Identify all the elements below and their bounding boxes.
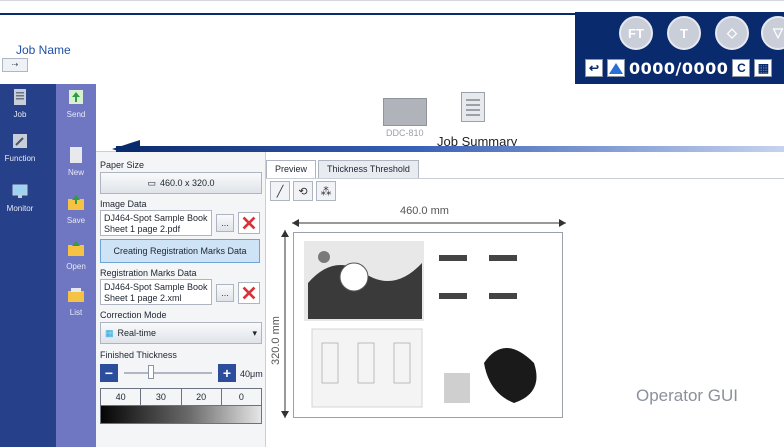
- nav-list-label: List: [69, 308, 83, 317]
- document-icon: [14, 89, 26, 105]
- nav-new-label: New: [67, 168, 84, 177]
- thickness-slider-row: − + 40μm: [100, 362, 264, 384]
- nav-job-label: Job: [13, 110, 27, 119]
- tab-thickness-threshold[interactable]: Thickness Threshold: [318, 160, 419, 178]
- diamond-button[interactable]: ◇: [715, 16, 749, 50]
- rotate-icon[interactable]: ⟲: [293, 181, 313, 201]
- nav-save-label: Save: [66, 216, 86, 225]
- job-link-icon[interactable]: ⇢: [2, 58, 28, 72]
- operator-gui-caption: Operator GUI: [636, 386, 739, 405]
- nav-function[interactable]: Function: [0, 132, 40, 163]
- ft-button[interactable]: FT: [619, 16, 653, 50]
- nav-monitor[interactable]: Monitor: [0, 182, 40, 213]
- counter-row: ↩ 0000/0000 C ▦: [585, 58, 773, 78]
- c-button[interactable]: C: [732, 59, 751, 77]
- scale-cell: 20: [182, 389, 222, 405]
- app-window: Job Name ⇢ FT T ◇ ▽ ↩ 0000/0000 C ▦ Job …: [0, 0, 784, 447]
- status-panel: FT T ◇ ▽ ↩ 0000/0000 C ▦: [575, 12, 784, 84]
- thickness-scale: 40 30 20 0: [100, 388, 262, 424]
- nav-monitor-label: Monitor: [6, 204, 34, 213]
- clear-icon: [242, 216, 256, 230]
- paper-icon: ▭: [147, 177, 156, 188]
- t-button[interactable]: T: [667, 16, 701, 50]
- sheet-preview: [293, 232, 563, 418]
- preview-tools: ╱ ⟲ ⁂: [270, 181, 336, 201]
- paper-size-value: 460.0 x 320.0: [159, 178, 215, 188]
- correction-mode-select[interactable]: ▦ Real-time ▾: [100, 322, 262, 344]
- job-name-label: Job Name: [16, 43, 71, 57]
- plus-button[interactable]: +: [218, 364, 236, 382]
- ddc-device-icon: [383, 98, 427, 126]
- file-nav: Send New Save Open List: [56, 84, 96, 447]
- wrench-icon: [13, 134, 27, 148]
- correction-mode-value: Real-time: [117, 328, 157, 338]
- summary-doc-icon: [461, 92, 485, 122]
- dots-icon[interactable]: ⁂: [316, 181, 336, 201]
- reg-file-field[interactable]: DJ464-Spot Sample Book Sheet 1 page 2.xm…: [100, 279, 212, 305]
- nav-save[interactable]: Save: [56, 194, 96, 225]
- open-folder-icon: [68, 241, 84, 256]
- nav-open-label: Open: [66, 262, 86, 271]
- image-data-label: Image Data: [100, 199, 147, 209]
- primary-nav: Job Function Monitor: [0, 84, 56, 447]
- grid-icon[interactable]: ▦: [754, 59, 773, 77]
- thickness-value: 40μm: [240, 369, 263, 379]
- width-dimension-line: [292, 219, 566, 227]
- nav-new[interactable]: New: [56, 146, 96, 177]
- finished-thickness-label: Finished Thickness: [100, 350, 177, 360]
- return-icon[interactable]: ↩: [585, 59, 603, 77]
- chevron-down-icon: ▾: [252, 327, 257, 338]
- sheet-counter: 0000/0000: [629, 58, 729, 78]
- nav-function-label: Function: [4, 154, 36, 163]
- paper-size-button[interactable]: ▭ 460.0 x 320.0: [100, 172, 262, 194]
- scale-cell: 40: [101, 389, 142, 405]
- height-dimension: 320.0 mm: [270, 316, 282, 365]
- correction-mode-label: Correction Mode: [100, 310, 167, 320]
- grid-mode-icon: ▦: [105, 327, 114, 338]
- monitor-icon: [12, 184, 28, 198]
- preview-tabs: Preview Thickness Threshold: [266, 160, 421, 178]
- scale-cell: 0: [238, 392, 244, 402]
- create-registration-button[interactable]: Creating Registration Marks Data: [100, 239, 260, 263]
- nav-job[interactable]: Job: [0, 88, 40, 119]
- list-icon: [68, 288, 84, 302]
- width-dimension: 460.0 mm: [400, 205, 449, 217]
- nav-send[interactable]: Send: [56, 88, 96, 119]
- warning-icon[interactable]: [607, 59, 625, 77]
- thickness-slider-track[interactable]: [124, 372, 212, 374]
- image-browse-button[interactable]: ...: [216, 214, 234, 232]
- nav-list[interactable]: List: [56, 286, 96, 317]
- save-icon: [68, 195, 84, 210]
- nav-send-label: Send: [66, 110, 86, 119]
- tab-preview[interactable]: Preview: [266, 160, 317, 178]
- header-divider: [0, 13, 575, 15]
- pen-icon[interactable]: ╱: [270, 181, 290, 201]
- triangle-button[interactable]: ▽: [761, 16, 784, 50]
- scale-cell: 30: [141, 389, 182, 405]
- thickness-slider-thumb[interactable]: [148, 365, 154, 379]
- paper-size-label: Paper Size: [100, 160, 145, 170]
- device-label: DDC-810: [386, 128, 424, 138]
- reg-data-label: Registration Marks Data: [100, 268, 197, 278]
- sheet-artwork: [304, 241, 537, 408]
- send-icon: [69, 90, 83, 104]
- reg-browse-button[interactable]: ...: [216, 284, 234, 302]
- nav-open[interactable]: Open: [56, 240, 96, 271]
- reg-clear-button[interactable]: [238, 282, 260, 304]
- image-clear-button[interactable]: [238, 212, 260, 234]
- clear-icon: [242, 286, 256, 300]
- image-file-field[interactable]: DJ464-Spot Sample Book Sheet 1 page 2.pd…: [100, 210, 212, 236]
- minus-button[interactable]: −: [100, 364, 118, 382]
- thickness-gradient: [101, 406, 261, 423]
- new-doc-icon: [70, 147, 82, 163]
